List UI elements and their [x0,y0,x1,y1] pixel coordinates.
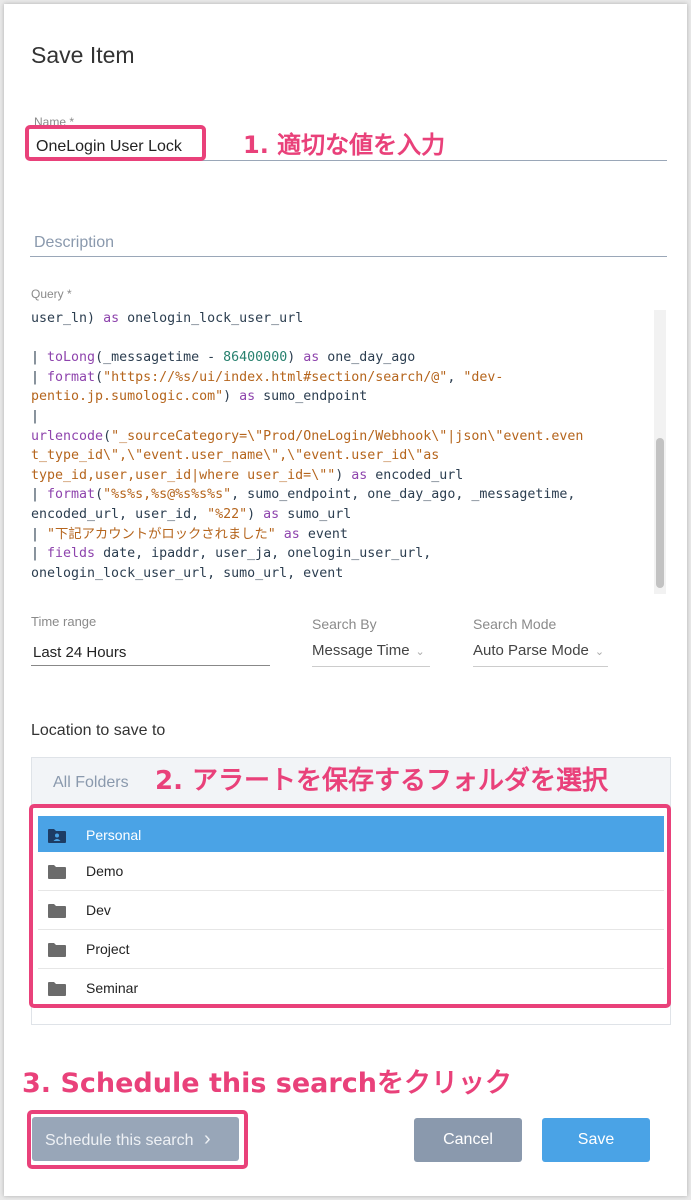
save-item-dialog: Save Item Name * OneLogin User Lock Desc… [4,4,687,1196]
save-button[interactable]: Save [542,1118,650,1162]
query-label: Query * [31,287,72,301]
query-line: urlencode("_sourceCategory=\"Prod/OneLog… [31,428,584,444]
query-line: | toLong(_messagetime - 86400000) as one… [31,350,416,366]
annotation-box-folders [29,804,671,1008]
query-line: onelogin_lock_user_url, sumo_url, event [31,565,344,581]
query-scrollbar-thumb[interactable] [656,438,664,588]
time-range-underline [31,665,270,666]
search-by-value: Message Time [312,642,410,659]
query-line: | "下記アカウントがロックされました" as event [31,526,348,542]
search-mode-label: Search Mode [473,616,557,632]
time-range-input[interactable]: Last 24 Hours [33,644,126,661]
query-line: t_type_id\",\"event.user_name\",\"event.… [31,448,440,464]
query-line: user_ln) as onelogin_lock_user_url [31,311,304,326]
query-line: pentio.jp.sumologic.com") as sumo_endpoi… [31,389,368,405]
location-title: Location to save to [31,722,166,739]
query-line: | [31,408,40,424]
cancel-button[interactable]: Cancel [414,1118,522,1162]
description-input[interactable]: Description [34,234,114,252]
description-input-underline [30,256,667,257]
annotation-step3: 3. Schedule this searchをクリック [22,1068,512,1099]
query-line: type_id,user,user_id|where user_id=\"") … [31,467,464,483]
dialog-title: Save Item [31,42,135,68]
annotation-step2: 2. アラートを保存するフォルダを選択 [155,766,609,796]
annotation-box-schedule [27,1110,248,1169]
search-by-label: Search By [312,616,377,632]
chevron-down-icon: ⌄ [415,646,425,658]
query-editor[interactable]: user_ln) as onelogin_lock_user_url | toL… [31,309,654,593]
annotation-box-name [25,125,206,161]
search-by-select[interactable]: Message Time ⌄ [312,642,425,659]
query-line [31,329,654,349]
query-line: | format("https://%s/ui/index.html#secti… [31,369,504,385]
search-mode-value: Auto Parse Mode [473,642,589,659]
search-mode-underline [473,666,608,667]
all-folders-label: All Folders [53,774,129,791]
query-line: encoded_url, user_id, "%22") as sumo_url [31,506,352,522]
search-mode-select[interactable]: Auto Parse Mode ⌄ [473,642,604,659]
query-line: | format("%s%s,%s@%s%s%s", sumo_endpoint… [31,487,576,503]
search-by-underline [312,666,430,667]
time-range-label: Time range [31,614,97,629]
annotation-step1: 1. 適切な値を入力 [243,131,446,159]
query-line: | fields date, ipaddr, user_ja, onelogin… [31,546,432,562]
chevron-down-icon: ⌄ [594,646,605,658]
